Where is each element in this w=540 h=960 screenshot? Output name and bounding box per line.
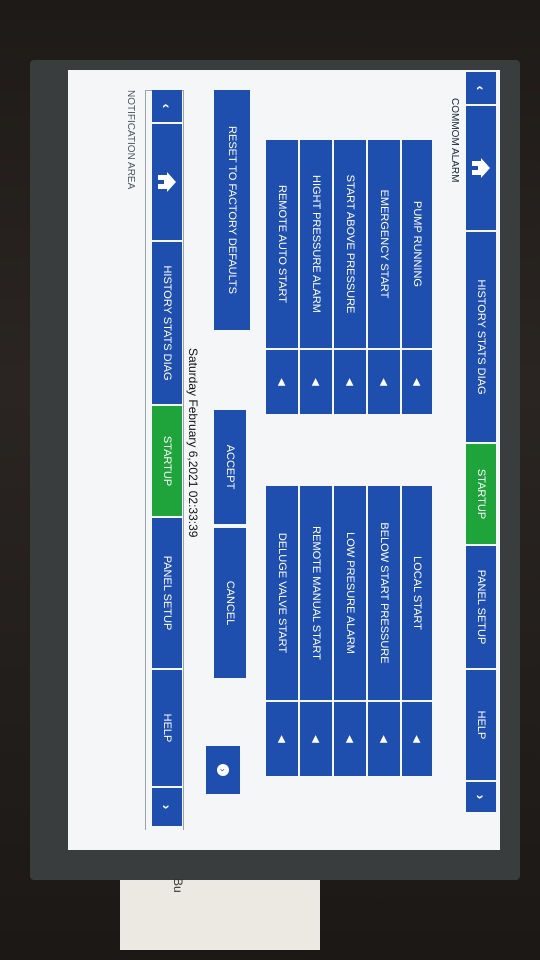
chevron-left-icon: ‹ xyxy=(159,103,175,109)
option-emergency-start-dropdown[interactable]: ◀ xyxy=(368,350,400,414)
caret-icon: ◀ xyxy=(344,378,356,386)
option-below-start-pressure-dropdown[interactable]: ◀ xyxy=(368,702,400,776)
reset-factory-defaults-button[interactable]: RESET TO FACTORY DEFAULTS xyxy=(214,90,250,330)
option-remote-manual-start[interactable]: REMOTE MANUAL START xyxy=(300,486,332,700)
hmi-ui: ‹ HISTORY STATS DIAG STARTUP PANEL SETUP… xyxy=(68,70,500,850)
caret-icon: ◀ xyxy=(344,735,356,743)
chevron-right-icon: › xyxy=(159,804,175,810)
option-emergency-start[interactable]: EMERGENCY START xyxy=(368,140,400,348)
option-start-above-pressure[interactable]: START ABOVE PRESSURE xyxy=(334,140,366,348)
option-below-start-pressure[interactable]: BELOW START PRESSURE xyxy=(368,486,400,700)
chevron-right-icon: › xyxy=(473,794,489,800)
device-sticker-text: Bu xyxy=(171,878,185,893)
caret-icon: ◀ xyxy=(310,735,322,743)
option-pump-running[interactable]: PUMP RUNNING xyxy=(402,140,432,348)
divider-line xyxy=(183,90,184,830)
caret-icon: ◀ xyxy=(378,378,390,386)
home-icon xyxy=(472,158,490,178)
cancel-button[interactable]: CANCEL xyxy=(214,528,246,678)
option-hight-pressure-alarm[interactable]: HIGHT PRESSURE ALARM xyxy=(300,140,332,348)
tab-help[interactable]: HELP xyxy=(466,670,496,780)
option-local-start[interactable]: LOCAL START xyxy=(402,486,432,700)
info-button[interactable]: › xyxy=(206,746,240,794)
home-icon xyxy=(158,172,176,192)
option-remote-auto-start[interactable]: REMOTE AUTO START xyxy=(266,140,298,348)
bottom-forward-button[interactable]: › xyxy=(152,788,182,826)
option-low-presure-alarm-dropdown[interactable]: ◀ xyxy=(334,702,366,776)
forward-button[interactable]: › xyxy=(466,782,496,812)
notification-area-label: NOTIFICATION AREA xyxy=(125,90,136,190)
home-button[interactable] xyxy=(466,106,496,230)
bottom-home-button[interactable] xyxy=(152,124,182,240)
bottom-tab-history-stats-diag[interactable]: HISTORY STATS DIAG xyxy=(152,242,182,404)
option-remote-manual-start-dropdown[interactable]: ◀ xyxy=(300,702,332,776)
option-start-above-pressure-dropdown[interactable]: ◀ xyxy=(334,350,366,414)
tab-history-stats-diag[interactable]: HISTORY STATS DIAG xyxy=(466,232,496,442)
caret-icon: ◀ xyxy=(411,735,423,743)
divider-line xyxy=(145,90,146,830)
option-pump-running-dropdown[interactable]: ◀ xyxy=(402,350,432,414)
tab-panel-setup[interactable]: PANEL SETUP xyxy=(466,546,496,668)
option-local-start-dropdown[interactable]: ◀ xyxy=(402,702,432,776)
section-title: COMMOM ALARM xyxy=(449,98,460,183)
tab-startup[interactable]: STARTUP xyxy=(466,444,496,544)
option-deluge-valve-start-dropdown[interactable]: ◀ xyxy=(266,702,298,776)
device-sticker xyxy=(120,880,320,950)
bottom-back-button[interactable]: ‹ xyxy=(152,90,182,122)
chevron-left-icon: ‹ xyxy=(473,85,489,91)
caret-icon: ◀ xyxy=(411,378,423,386)
caret-icon: ◀ xyxy=(276,378,288,386)
status-datetime: Saturday February 6,2021 02:33:39 xyxy=(186,348,200,538)
caret-icon: ◀ xyxy=(276,735,288,743)
caret-icon: ◀ xyxy=(310,378,322,386)
option-hight-pressure-alarm-dropdown[interactable]: ◀ xyxy=(300,350,332,414)
touch-screen: ‹ HISTORY STATS DIAG STARTUP PANEL SETUP… xyxy=(68,70,500,850)
accept-button[interactable]: ACCEPT xyxy=(214,410,246,524)
bottom-tab-startup[interactable]: STARTUP xyxy=(152,406,182,516)
bottom-tab-help[interactable]: HELP xyxy=(152,670,182,786)
bottom-tab-panel-setup[interactable]: PANEL SETUP xyxy=(152,518,182,668)
back-button[interactable]: ‹ xyxy=(466,72,496,104)
option-deluge-valve-start[interactable]: DELUGE VALVE START xyxy=(266,486,298,700)
caret-icon: ◀ xyxy=(378,735,390,743)
circle-arrow-icon: › xyxy=(217,764,229,776)
option-remote-auto-start-dropdown[interactable]: ◀ xyxy=(266,350,298,414)
option-low-presure-alarm[interactable]: LOW PRESURE ALARM xyxy=(334,486,366,700)
